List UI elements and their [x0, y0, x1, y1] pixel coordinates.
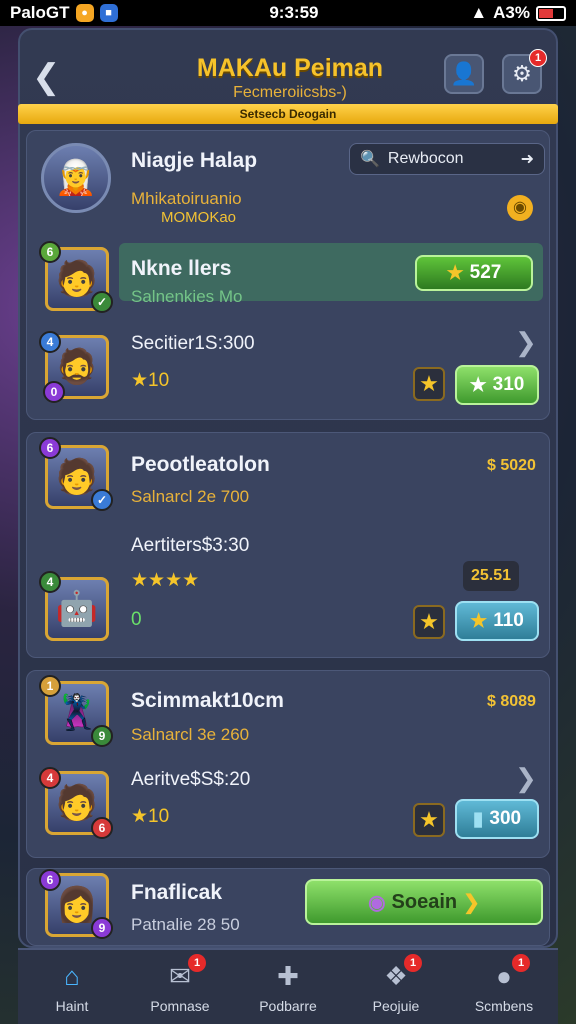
nav-item-mail[interactable]: ✉ 1 Pomnase	[126, 950, 234, 1024]
search-action-button[interactable]: ◉ Soeain ❯	[305, 879, 543, 925]
nav-label: Haint	[55, 998, 89, 1014]
nav-label: Podbarre	[259, 998, 317, 1014]
time-label: 9:3:59	[269, 3, 319, 22]
event-banner[interactable]: Setsecb Deogain	[18, 104, 558, 124]
buy-button[interactable]: ★ 110	[455, 601, 539, 641]
player-name: Peootleatolon	[131, 453, 270, 476]
search-icon: 🔍	[360, 151, 380, 168]
chat-icon: ● 1	[486, 954, 530, 992]
battery-icon	[536, 5, 566, 21]
level-badge: 9	[91, 917, 113, 939]
buy-button[interactable]: ★ 310	[455, 365, 539, 405]
star-icon: ★	[413, 367, 445, 401]
level-badge: ✓	[91, 489, 113, 511]
carrier-label: PaloGT	[10, 3, 70, 22]
chevron-right-icon[interactable]: ❯	[515, 763, 537, 794]
star-icon: ★	[469, 374, 487, 396]
player-sub: Salnarcl 2e 700	[131, 487, 250, 506]
player-cost: 25.51	[463, 561, 520, 591]
main-panel: ❮ MAKAu Peiman Fecmeroiicsbs-) 👤 ⚙ 1 Set…	[18, 28, 558, 948]
chevron-right-icon: ❯	[463, 891, 480, 914]
level-badge: 4	[39, 331, 61, 353]
gear-icon: ⚙	[512, 61, 532, 86]
player-card-2: 🧑 6 ✓ Peootleatolon Salnarcl 2e 700 $ 50…	[26, 432, 550, 658]
home-icon: ⌂	[64, 960, 80, 991]
status-bar: PaloGT ● ■ 9:3:59 ▲ A3%	[0, 0, 576, 26]
star-icon: ★	[446, 262, 464, 284]
signal-icon: ▲	[470, 3, 488, 22]
nav-badge: 1	[188, 954, 206, 972]
search-box[interactable]: 🔍 Rewbocon ➜	[349, 143, 545, 175]
nav-label: Pomnase	[150, 998, 210, 1014]
level-badge: 6	[91, 817, 113, 839]
player-name: Scimmakt10cm	[131, 689, 284, 712]
player-card-4: 👩 6 9 Fnaflicak Patnalie 28 50 ◉ Soeain …	[26, 868, 550, 946]
search-action-label: Soeain	[391, 890, 458, 913]
player-stars: ★10	[131, 806, 170, 827]
player-stars: ★★★★	[131, 570, 200, 591]
player-stat: Secitier1S:300	[131, 333, 255, 354]
nav-item-ticket[interactable]: ❖ 1 Peojuie	[342, 950, 450, 1024]
puzzle-icon: ✚	[277, 960, 299, 991]
star-icon: ★	[413, 803, 445, 837]
settings-button[interactable]: ⚙ 1	[502, 49, 547, 94]
player-card-1: 🧝 Niagje Halap 🔍 Rewbocon ➜ Mhikatoiruan…	[26, 130, 550, 420]
buy-value: 110	[493, 610, 524, 631]
notification-icon: ●	[75, 4, 94, 22]
player-stars: ★10	[131, 370, 170, 391]
mail-icon: ✉ 1	[162, 954, 206, 992]
orb-icon: ◉	[368, 891, 386, 914]
star-icon: ★	[413, 605, 445, 639]
profile-avatar: 🧝	[41, 143, 111, 213]
level-badge: 4	[39, 767, 61, 789]
buy-button[interactable]: ▮ 300	[455, 799, 539, 839]
player-cost: $ 8089	[487, 693, 536, 710]
level-badge: 6	[39, 869, 61, 891]
header: ❮ MAKAu Peiman Fecmeroiicsbs-) 👤 ⚙ 1	[20, 40, 560, 110]
star-icon: ★	[470, 610, 488, 632]
nav-item-puzzle[interactable]: ✚ Podbarre	[234, 950, 342, 1024]
profile-avatar-button[interactable]: 👤	[444, 54, 484, 94]
profile-name: Niagje Halap	[131, 149, 258, 172]
player-cost: $ 5020	[487, 457, 536, 474]
player-name: Fnaflicak	[131, 881, 223, 904]
profile-line2: MOMOKao	[161, 209, 237, 226]
player-sub: Salnarcl 3e 260	[131, 725, 250, 744]
score-value: 527	[469, 262, 502, 283]
level-badge: ✓	[91, 291, 113, 313]
player-stars-2: 0	[131, 609, 142, 630]
level-badge: 6	[39, 241, 61, 263]
battery-pct: A3%	[493, 3, 530, 22]
buy-value: 310	[492, 374, 525, 395]
level-badge: 0	[43, 381, 65, 403]
level-badge: 4	[39, 571, 61, 593]
chevron-right-icon[interactable]: ❯	[515, 327, 537, 358]
bottom-nav: ⌂ Haint ✉ 1 Pomnase ✚ Podbarre ❖ 1 Peojuie…	[18, 948, 558, 1024]
nav-badge: 1	[512, 954, 530, 972]
notification-badge: 1	[529, 49, 547, 67]
profile-line: Mhikatoiruanio	[131, 189, 242, 208]
ticket-icon: ❖ 1	[378, 954, 422, 992]
player-stat: Aertiters$3:30	[131, 535, 250, 556]
player-sub: Salnenkies Mo	[131, 287, 243, 306]
player-stat: Aeritve$S$:20	[131, 769, 251, 790]
nav-item-home[interactable]: ⌂ Haint	[18, 950, 126, 1024]
buy-value: 300	[489, 808, 522, 829]
player-sub: Patnalie 28 50	[131, 915, 240, 934]
level-badge: 1	[39, 675, 61, 697]
nav-item-chat[interactable]: ● 1 Scmbens	[450, 950, 558, 1024]
player-name: Nkne llers	[131, 257, 232, 280]
nav-label: Peojuie	[372, 998, 420, 1014]
coin-icon[interactable]: ◉	[507, 195, 533, 221]
nav-badge: 1	[404, 954, 422, 972]
nav-label: Scmbens	[474, 998, 534, 1014]
app-icon: ■	[99, 4, 118, 22]
level-badge: 9	[91, 725, 113, 747]
score-button[interactable]: ★ 527	[415, 255, 533, 291]
level-badge: 6	[39, 437, 61, 459]
search-input[interactable]: Rewbocon	[388, 150, 513, 168]
player-card-3: 🦹 1 9 Scimmakt10cm Salnarcl 3e 260 $ 808…	[26, 670, 550, 858]
arrow-right-icon: ➜	[520, 151, 534, 168]
bottle-icon: ▮	[472, 808, 484, 830]
